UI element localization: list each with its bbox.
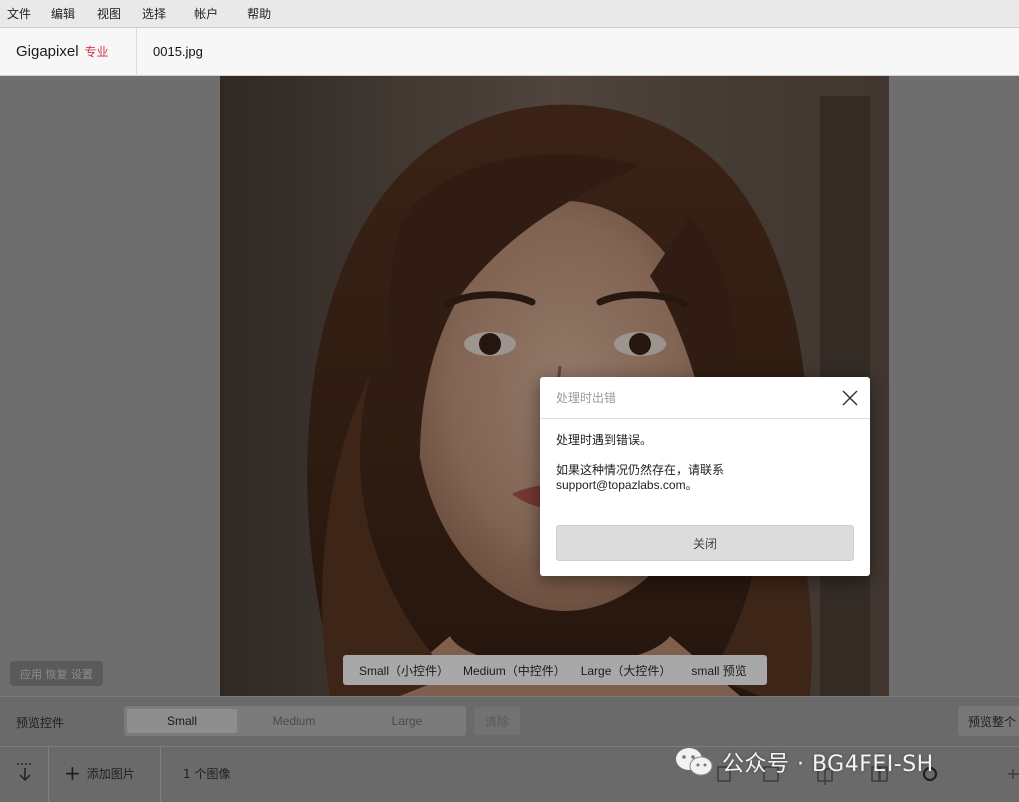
clear-button[interactable]: 清除	[474, 707, 520, 735]
divider	[48, 747, 49, 802]
menu-account[interactable]: 帐户	[194, 5, 218, 22]
preview-controls-bar: 预览控件 Small Medium Large 清除 预览整个	[0, 696, 1019, 746]
segment-small[interactable]: Small	[127, 709, 237, 733]
menu-select[interactable]: 选择	[142, 5, 166, 22]
wechat-watermark: 公众号 · BG4FEI-SH	[674, 744, 934, 780]
dialog-close-button[interactable]: 关闭	[556, 525, 854, 561]
segment-large[interactable]: Large	[351, 709, 463, 733]
image-count: 1 个图像	[183, 767, 231, 781]
divider	[160, 747, 161, 802]
size-option-medium[interactable]: Medium（中控件）	[463, 662, 566, 679]
menu-help[interactable]: 帮助	[247, 5, 271, 22]
segment-medium[interactable]: Medium	[237, 709, 351, 733]
dialog-body: 处理时遇到错误。 如果这种情况仍然存在，请联系 support@topazlab…	[540, 419, 870, 493]
add-image-button[interactable]: + 添加图片	[64, 763, 135, 783]
preview-size-popup: Small（小控件） Medium（中控件） Large（大控件） small …	[343, 655, 767, 685]
plus-icon: +	[64, 761, 81, 785]
menu-edit[interactable]: 编辑	[51, 5, 75, 22]
preview-controls-label: 预览控件	[16, 716, 65, 730]
file-name: 0015.jpg	[153, 44, 203, 59]
menu-view[interactable]: 视图	[97, 5, 121, 22]
support-email: support@topazlabs.com。	[556, 478, 698, 492]
error-dialog: 处理时出错 处理时遇到错误。 如果这种情况仍然存在，请联系 support@to…	[540, 377, 870, 576]
dialog-title: 处理时出错	[556, 391, 617, 405]
wechat-logo-icon	[676, 748, 713, 776]
app-name: Gigapixel	[16, 43, 79, 60]
preview-size-segmented: Small Medium Large	[124, 706, 466, 736]
size-option-small[interactable]: Small（小控件）	[359, 662, 449, 679]
dialog-message: 处理时遇到错误。	[556, 433, 653, 447]
app-tier-badge: 专业	[84, 45, 109, 59]
title-bar: Gigapixel 专业 0015.jpg	[0, 27, 1019, 76]
size-option-small-preview[interactable]: small 预览	[691, 662, 746, 679]
dialog-contact-text: 如果这种情况仍然存在，请联系	[556, 463, 725, 477]
dialog-header: 处理时出错	[540, 377, 870, 419]
apply-reset-settings-button[interactable]: 应用 恢复 设置	[10, 661, 103, 686]
menu-file[interactable]: 文件	[7, 5, 31, 22]
preview-all-button[interactable]: 预览整个	[958, 706, 1019, 736]
watermark-text: 公众号 · BG4FEI-SH	[722, 752, 934, 777]
close-icon[interactable]	[840, 388, 860, 408]
app-brand: Gigapixel 专业	[0, 27, 137, 76]
collapse-down-icon[interactable]	[14, 761, 36, 783]
add-image-label: 添加图片	[86, 766, 135, 781]
size-option-large[interactable]: Large（大控件）	[581, 662, 672, 679]
menu-bar: 文件 编辑 视图 选择 帐户 帮助	[0, 0, 1019, 28]
